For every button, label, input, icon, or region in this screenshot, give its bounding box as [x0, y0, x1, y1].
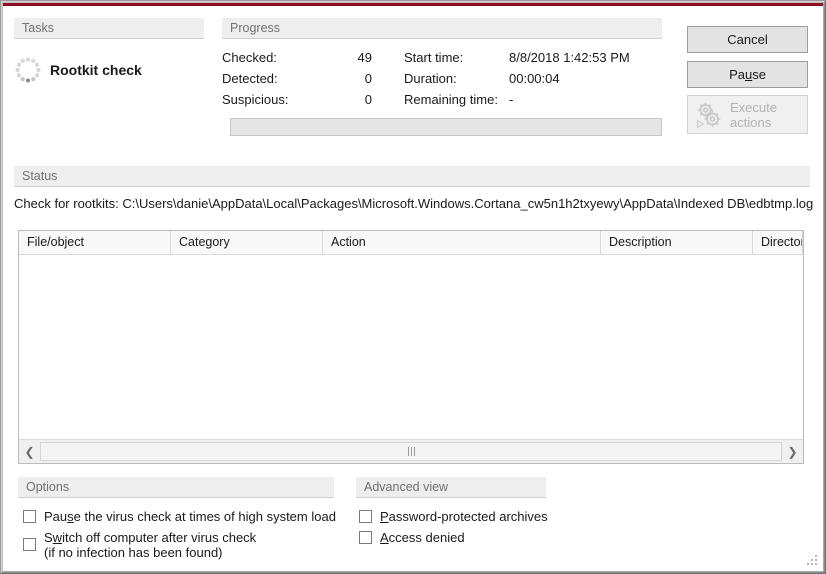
remaining-time-label: Remaining time: [404, 92, 498, 107]
suspicious-value: 0 [364, 92, 372, 107]
start-time-label: Start time: [404, 50, 464, 65]
progress-stats-grid: Checked: 49 Start time: 8/8/2018 1:42:53… [222, 50, 667, 113]
duration-label: Duration: [404, 71, 457, 86]
start-time-value: 8/8/2018 1:42:53 PM [509, 50, 630, 65]
chevron-left-icon[interactable]: ❮ [19, 440, 40, 463]
results-table-body[interactable] [19, 255, 803, 440]
progress-row: Suspicious: 0 Remaining time: - [222, 92, 667, 113]
execute-actions-label: Execute actions [724, 100, 777, 130]
advanced-view-group-header: Advanced view [356, 477, 546, 498]
column-header-directory[interactable]: Directory [753, 231, 803, 254]
loading-spinner-icon [14, 56, 42, 84]
results-table: File/object Category Action Description … [18, 230, 804, 464]
gears-play-icon [694, 100, 724, 130]
execute-actions-button[interactable]: Execute actions [687, 95, 808, 134]
execute-actions-line2: actions [730, 114, 772, 130]
chevron-right-icon[interactable]: ❯ [782, 440, 803, 463]
checkbox-password-protected-archives[interactable] [359, 510, 372, 523]
pause-button[interactable]: Pa u se [687, 61, 808, 88]
option-password-protected-archives-label: Password-protected archives [380, 509, 548, 524]
checkbox-switch-off-computer[interactable] [23, 538, 36, 551]
pause-label-part: se [752, 67, 766, 82]
pause-label-accel: u [744, 67, 753, 82]
column-header-action[interactable]: Action [323, 231, 601, 254]
pause-label-part: Pa [729, 67, 745, 82]
cancel-button[interactable]: Cancel [687, 26, 808, 53]
task-name-label: Rootkit check [50, 62, 142, 78]
detected-label: Detected: [222, 71, 278, 86]
column-header-description[interactable]: Description [601, 231, 753, 254]
option-switch-off-computer-label: Switch off computer after virus check (if… [44, 530, 257, 560]
scrollbar-thumb[interactable] [40, 442, 782, 461]
virus-scan-window: Tasks Rootkit check Progress Checked: 49… [0, 0, 826, 574]
column-header-category[interactable]: Category [171, 231, 323, 254]
progress-row: Detected: 0 Duration: 00:00:04 [222, 71, 667, 92]
scrollbar-track[interactable] [40, 440, 782, 463]
status-message: Check for rootkits: C:\Users\danie\AppDa… [14, 196, 814, 211]
remaining-time-value: - [509, 92, 514, 107]
status-group-header: Status [14, 166, 810, 187]
window-client-area: Tasks Rootkit check Progress Checked: 49… [4, 6, 822, 570]
execute-actions-line1: Execute [730, 99, 777, 115]
option-pause-on-high-load[interactable]: Pause the virus check at times of high s… [23, 509, 336, 524]
scrollbar-grip-icon [407, 447, 415, 456]
suspicious-label: Suspicious: [222, 92, 289, 107]
scan-progress-bar [230, 118, 662, 136]
column-header-file-object[interactable]: File/object [19, 231, 171, 254]
tasks-group-header: Tasks [14, 18, 204, 39]
option-password-protected-archives[interactable]: Password-protected archives [359, 509, 548, 524]
checkbox-access-denied[interactable] [359, 531, 372, 544]
task-list-item[interactable]: Rootkit check [14, 50, 214, 90]
duration-value: 00:00:04 [509, 71, 560, 86]
checked-value: 49 [357, 50, 372, 65]
resize-grip-icon[interactable] [806, 554, 818, 566]
progress-group-header: Progress [222, 18, 662, 39]
option-pause-on-high-load-label: Pause the virus check at times of high s… [44, 509, 336, 524]
horizontal-scrollbar[interactable]: ❮ ❯ [19, 439, 803, 463]
results-table-header: File/object Category Action Description … [19, 231, 803, 255]
option-access-denied-label: Access denied [380, 530, 465, 545]
options-group-header: Options [18, 477, 334, 498]
checked-label: Checked: [222, 50, 277, 65]
checkbox-pause-on-high-load[interactable] [23, 510, 36, 523]
option-switch-off-computer[interactable]: Switch off computer after virus check (if… [23, 530, 256, 560]
detected-value: 0 [364, 71, 372, 86]
option-access-denied[interactable]: Access denied [359, 530, 465, 545]
progress-row: Checked: 49 Start time: 8/8/2018 1:42:53… [222, 50, 667, 71]
